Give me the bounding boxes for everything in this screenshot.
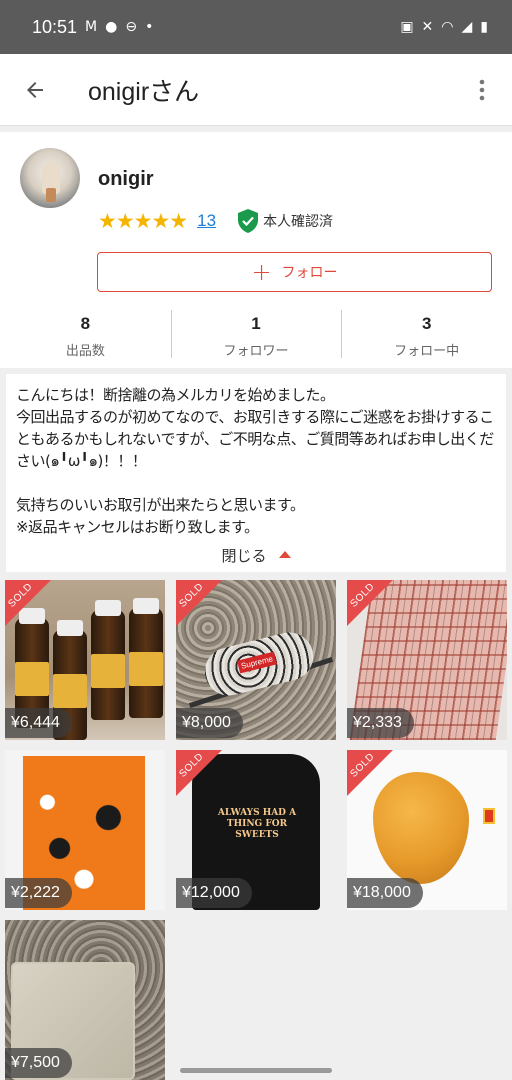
arrow-back-icon	[27, 81, 43, 98]
profile-username: onigir	[98, 168, 154, 190]
item-grid: SOLD ¥6,444 Supreme SOLD ¥8,000 SOLD ¥2,…	[5, 580, 507, 1080]
app-bar: onigirさん	[0, 54, 512, 126]
sold-ribbon: SOLD	[176, 580, 222, 626]
item-tile[interactable]: ALWAYS HAD A THING FOR SWEETS SOLD ¥12,0…	[176, 750, 336, 910]
item-price: ¥8,000	[176, 708, 243, 738]
back-button[interactable]	[0, 54, 70, 126]
stat-value: 3	[421, 314, 432, 333]
page-title: onigirさん	[88, 77, 200, 106]
verified-label: 本人確認済	[263, 214, 334, 230]
stat-following[interactable]: 3 フォロー中	[341, 308, 512, 360]
bio-text: こんにちは！断捨離の為メルカリを始めました。 今回出品するのが初めてなので、お取…	[16, 386, 494, 536]
more-vert-icon	[479, 79, 485, 100]
status-time: 10:51	[32, 16, 78, 37]
avatar[interactable]	[20, 148, 80, 208]
item-tile[interactable]: ¥2,222	[5, 750, 165, 910]
bio-close-button[interactable]: 閉じる	[6, 545, 506, 566]
dot-icon: •	[145, 19, 154, 35]
verified-badge: 本人確認済	[236, 208, 333, 234]
bio-close-label: 閉じる	[221, 547, 267, 565]
stat-label: 出品数	[65, 344, 105, 359]
dnd-icon: ⊖	[125, 19, 138, 35]
stat-listings[interactable]: 8 出品数	[0, 308, 171, 360]
status-bar: 10:51 M ● ⊖ • ▣ ✕ ◠ ◢ ▮	[0, 0, 512, 54]
battery-icon: ▮	[480, 19, 488, 35]
profile-stats: 8 出品数 1 フォロワー 3 フォロー中	[0, 308, 512, 360]
more-options-button[interactable]	[452, 54, 512, 126]
gmail-icon: M	[85, 19, 98, 35]
home-indicator[interactable]	[180, 1068, 332, 1073]
stat-value: 8	[80, 314, 91, 333]
review-count-link[interactable]: 13	[197, 211, 216, 231]
verified-shield-icon	[238, 209, 259, 233]
item-price: ¥2,222	[5, 878, 72, 908]
profile-bio: こんにちは！断捨離の為メルカリを始めました。 今回出品するのが初めてなので、お取…	[6, 374, 506, 572]
hoodie-print-text: ALWAYS HAD A THING FOR SWEETS	[217, 808, 297, 840]
rating-row: ★★★★★ 13 本人確認済	[98, 208, 333, 234]
follow-button[interactable]: + フォロー	[97, 252, 492, 292]
item-price: ¥6,444	[5, 708, 72, 738]
signal-icon: ◢	[461, 19, 473, 35]
stat-followers[interactable]: 1 フォロワー	[170, 308, 342, 360]
stat-label: フォロワー	[223, 344, 289, 359]
item-tile[interactable]: Supreme SOLD ¥8,000	[176, 580, 336, 740]
profile-card: onigir ★★★★★ 13 本人確認済 + フォロー 8 出品数 1 フォロ…	[0, 132, 512, 368]
item-price: ¥12,000	[176, 878, 252, 908]
wifi-icon: ◠	[441, 19, 454, 35]
stat-value: 1	[251, 314, 261, 333]
item-price: ¥7,500	[5, 1048, 72, 1078]
stat-label: フォロー中	[394, 344, 460, 359]
caret-up-icon	[278, 551, 291, 558]
item-tile[interactable]: SOLD ¥18,000	[347, 750, 507, 910]
item-tile[interactable]: ¥7,500	[5, 920, 165, 1080]
item-tile[interactable]: SOLD ¥6,444	[5, 580, 165, 740]
sold-ribbon: SOLD	[347, 750, 393, 796]
sold-ribbon: SOLD	[347, 580, 393, 626]
follow-label: フォロー	[281, 265, 338, 281]
item-price: ¥2,333	[347, 708, 414, 738]
item-tile[interactable]: SOLD ¥2,333	[347, 580, 507, 740]
battery-saver-icon: ▣	[400, 19, 414, 35]
drop-icon: ●	[105, 19, 118, 35]
item-price: ¥18,000	[347, 878, 423, 908]
rating-stars-icon: ★★★★★	[98, 209, 188, 233]
mute-icon: ✕	[421, 19, 434, 35]
sold-ribbon: SOLD	[5, 580, 51, 626]
plus-icon: +	[251, 258, 272, 286]
sold-ribbon: SOLD	[176, 750, 222, 796]
